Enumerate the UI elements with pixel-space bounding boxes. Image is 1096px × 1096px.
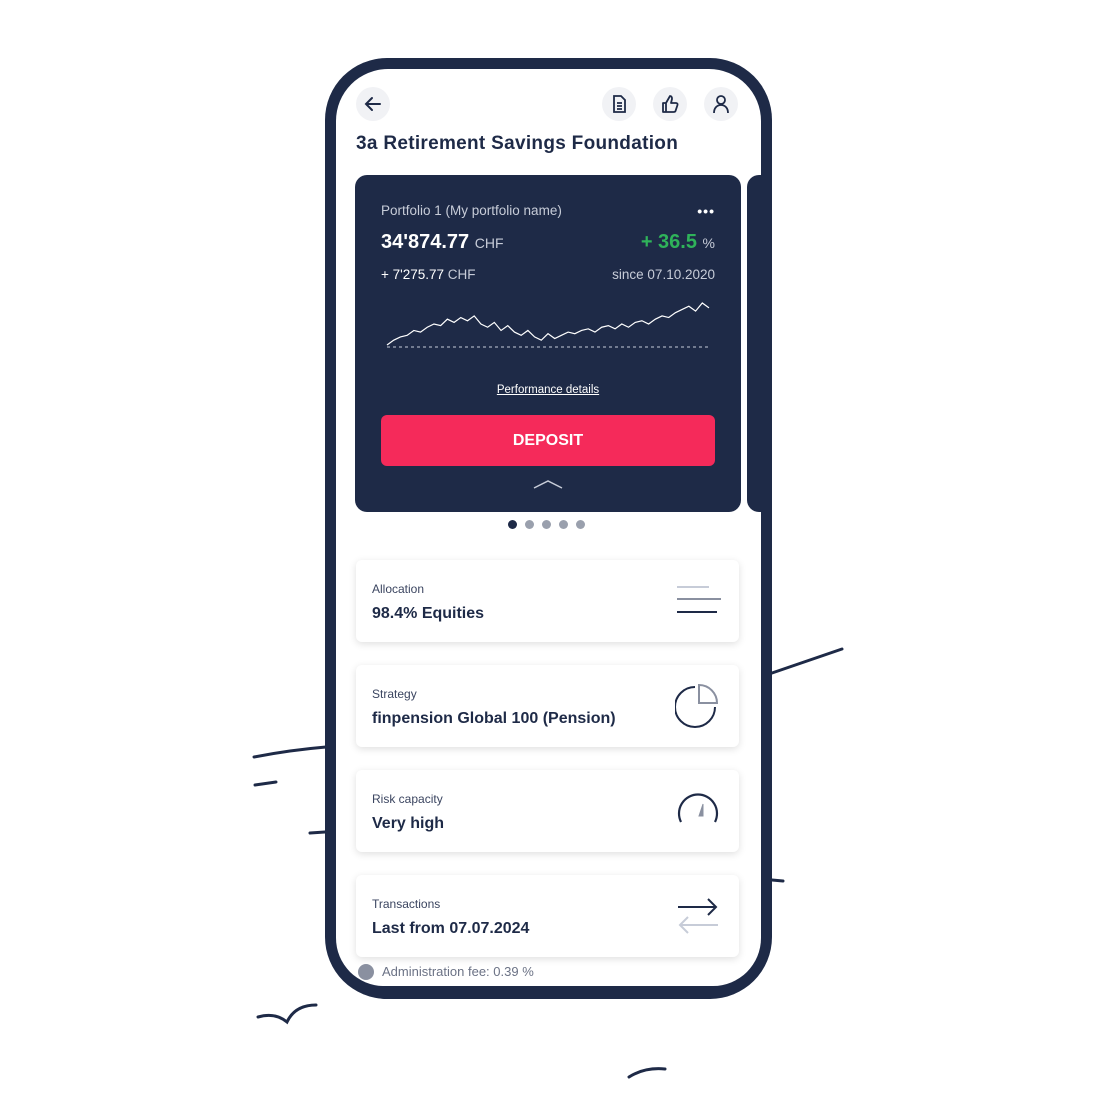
allocation-card[interactable]: Allocation 98.4% Equities [356, 560, 739, 642]
since-date: since 07.10.2020 [612, 267, 715, 282]
pie-chart-icon [675, 683, 719, 728]
page-dot[interactable] [576, 520, 585, 529]
performance-details-link[interactable]: Performance details [355, 384, 741, 396]
feedback-button[interactable] [653, 87, 687, 121]
carousel-pagination[interactable] [508, 520, 585, 529]
transactions-label: Transactions [372, 897, 441, 911]
portfolio-gain: + 7'275.77 CHF [381, 267, 476, 282]
thumbs-up-icon [662, 95, 679, 113]
deposit-button[interactable]: DEPOSIT [381, 415, 715, 466]
portfolio-value: 34'874.77 CHF [381, 231, 504, 253]
sparkline-path [386, 302, 710, 346]
gauge-icon [677, 793, 719, 823]
more-options-icon[interactable]: ••• [697, 203, 715, 219]
menu-lines-icon [677, 586, 721, 613]
phone-frame: 3a Retirement Savings Foundation Portfol… [325, 58, 772, 999]
strategy-label: Strategy [372, 687, 417, 701]
next-portfolio-card[interactable] [747, 175, 761, 512]
performance-sparkline [386, 302, 710, 348]
allocation-label: Allocation [372, 582, 425, 596]
portfolio-card[interactable]: Portfolio 1 (My portfolio name) ••• 34'8… [355, 175, 741, 512]
chevron-up-icon[interactable] [533, 478, 563, 490]
allocation-value: 98.4% Equities [372, 605, 485, 622]
strategy-card[interactable]: Strategy finpension Global 100 (Pension) [356, 665, 739, 747]
user-icon [713, 95, 729, 114]
page-dot[interactable] [525, 520, 534, 529]
page-title: 3a Retirement Savings Foundation [356, 133, 679, 154]
profile-button[interactable] [704, 87, 738, 121]
risk-label: Risk capacity [372, 792, 443, 806]
page-dot[interactable] [559, 520, 568, 529]
arrow-left-icon [364, 97, 381, 111]
documents-button[interactable] [602, 87, 636, 121]
transactions-card[interactable]: Transactions Last from 07.07.2024 [356, 875, 739, 957]
portfolio-return: + 36.5 % [640, 231, 715, 253]
screen: 3a Retirement Savings Foundation Portfol… [336, 69, 761, 986]
page-dot[interactable] [542, 520, 551, 529]
strategy-value: finpension Global 100 (Pension) [372, 710, 616, 727]
transactions-value: Last from 07.07.2024 [372, 920, 530, 937]
info-icon [358, 964, 374, 980]
document-icon [613, 95, 626, 113]
risk-value: Very high [372, 815, 445, 832]
transfer-arrows-icon [678, 898, 718, 934]
admin-fee-text: Administration fee: 0.39 % [382, 964, 534, 979]
page-dot[interactable] [508, 520, 517, 529]
admin-fee-note: Administration fee: 0.39 % [358, 964, 534, 980]
portfolio-name: Portfolio 1 (My portfolio name) [381, 203, 562, 218]
back-button[interactable] [356, 87, 390, 121]
risk-capacity-card[interactable]: Risk capacity Very high [356, 770, 739, 852]
